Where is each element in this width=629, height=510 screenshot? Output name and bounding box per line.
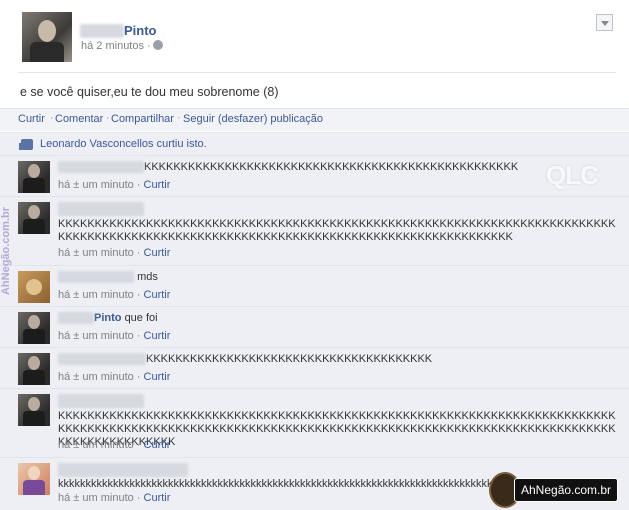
comment-meta: há ± um minuto · Curtir: [58, 330, 171, 342]
comment-text: mds: [137, 271, 158, 283]
comment-meta: há ± um minuto · Curtir: [58, 492, 171, 504]
comment: KKKKKKKKKKKKKKKKKKKKKKKKKKKKKKKKKKKKKKKK…: [0, 196, 629, 265]
comment: KKKKKKKKKKKKKKKKKKKKKKKKKKKKKKKKKKKKKKKK…: [0, 155, 629, 196]
redacted-name: [58, 271, 134, 284]
commenter-name[interactable]: Pinto: [94, 312, 122, 324]
comment-like-button[interactable]: Curtir: [144, 492, 171, 504]
like-button[interactable]: Curtir: [18, 113, 45, 125]
redacted-name: [58, 202, 144, 216]
comment-meta: há ± um minuto · Curtir: [58, 179, 171, 191]
divider: [18, 72, 616, 73]
comment-button[interactable]: Comentar: [55, 113, 103, 125]
globe-icon: [153, 40, 163, 50]
post-action-bar: Curtir · Comentar · Compartilhar · Segui…: [0, 108, 629, 131]
comment: KKKKKKKKKKKKKKKKKKKKKKKKKKKKKKKKKKKKKKK …: [0, 347, 629, 388]
comment-like-button[interactable]: Curtir: [144, 289, 171, 301]
commenter-avatar[interactable]: [18, 312, 50, 344]
post-timestamp[interactable]: há 2 minutos ·: [81, 40, 151, 52]
comment-meta: há ± um minuto · Curtir: [58, 247, 171, 259]
post-text: e se você quiser,eu te dou meu sobrenome…: [20, 85, 279, 99]
redacted-name: [58, 394, 144, 408]
separator: ·: [50, 112, 54, 124]
author-avatar[interactable]: [22, 12, 72, 62]
comment-time[interactable]: há ± um minuto: [58, 492, 134, 504]
commenter-avatar[interactable]: [18, 202, 50, 234]
redacted-name: [58, 353, 146, 366]
comment-time[interactable]: há ± um minuto: [58, 179, 134, 191]
comment-time[interactable]: há ± um minuto: [58, 371, 134, 383]
comment-body: KKKKKKKKKKKKKKKKKKKKKKKKKKKKKKKKKKKKKKK: [58, 353, 620, 366]
post-options-chevron-down-icon[interactable]: [596, 14, 613, 31]
comment-like-button[interactable]: Curtir: [144, 330, 171, 342]
commenter-avatar[interactable]: [18, 271, 50, 303]
comment: KKKKKKKKKKKKKKKKKKKKKKKKKKKKKKKKKKKKKKKK…: [0, 388, 629, 457]
redacted-name: [80, 24, 124, 38]
author-name[interactable]: Pinto: [124, 23, 157, 38]
comment: mds há ± um minuto · Curtir: [0, 265, 629, 306]
comment-text: KKKKKKKKKKKKKKKKKKKKKKKKKKKKKKKKKKKKKKKK…: [58, 218, 616, 243]
comment-time[interactable]: há ± um minuto: [58, 330, 134, 342]
comment-like-button[interactable]: Curtir: [144, 247, 171, 259]
commenter-avatar[interactable]: [18, 394, 50, 426]
comment-like-button[interactable]: Curtir: [144, 179, 171, 191]
comment-time[interactable]: há ± um minuto: [58, 439, 134, 451]
redacted-name: [58, 312, 94, 325]
comment-like-button[interactable]: Curtir: [144, 439, 171, 451]
side-watermark-text: AhNegão.com.br: [0, 206, 13, 296]
qlc-watermark: QLC: [546, 160, 599, 190]
comment-time[interactable]: há ± um minuto: [58, 247, 134, 259]
comment-time[interactable]: há ± um minuto: [58, 289, 134, 301]
separator: ·: [177, 112, 181, 124]
commenter-avatar[interactable]: [18, 161, 50, 193]
likes-text[interactable]: Leonardo Vasconcellos curtiu isto.: [40, 138, 207, 150]
commenter-avatar[interactable]: [18, 463, 50, 495]
brand-watermark: AhNegão.com.br: [514, 478, 619, 502]
follow-button[interactable]: Seguir (desfazer) publicação: [183, 113, 323, 125]
comment-body: KKKKKKKKKKKKKKKKKKKKKKKKKKKKKKKKKKKKKKKK…: [58, 161, 620, 174]
redacted-name: [58, 161, 144, 174]
share-button[interactable]: Compartilhar: [111, 113, 174, 125]
thumbs-up-icon: [19, 139, 33, 150]
comment-body: Pinto que foi: [58, 312, 620, 325]
comment-meta: há ± um minuto · Curtir: [58, 371, 171, 383]
commenter-avatar[interactable]: [18, 353, 50, 385]
comment-text: KKKKKKKKKKKKKKKKKKKKKKKKKKKKKKKKKKKKKKKK…: [144, 161, 519, 173]
side-watermark: AhNegão.com.br: [0, 200, 20, 310]
comment-body: mds: [58, 271, 620, 284]
comment-text: que foi: [124, 312, 158, 324]
separator: ·: [106, 112, 110, 124]
comment-like-button[interactable]: Curtir: [144, 371, 171, 383]
likes-summary: Leonardo Vasconcellos curtiu isto.: [0, 132, 629, 155]
comment-meta: há ± um minuto · Curtir: [58, 439, 171, 451]
comment-text: kkkkkkkkkkkkkkkkkkkkkkkkkkkkkkkkkkkkkkkk…: [58, 478, 498, 490]
comment-meta: há ± um minuto · Curtir: [58, 289, 171, 301]
redacted-name: [58, 463, 188, 477]
comment-text: KKKKKKKKKKKKKKKKKKKKKKKKKKKKKKKKKKKKKKK: [146, 353, 433, 365]
comment: Pinto que foi há ± um minuto · Curtir: [0, 306, 629, 347]
post-header: Pinto há 2 minutos · e se você quiser,eu…: [0, 0, 629, 108]
